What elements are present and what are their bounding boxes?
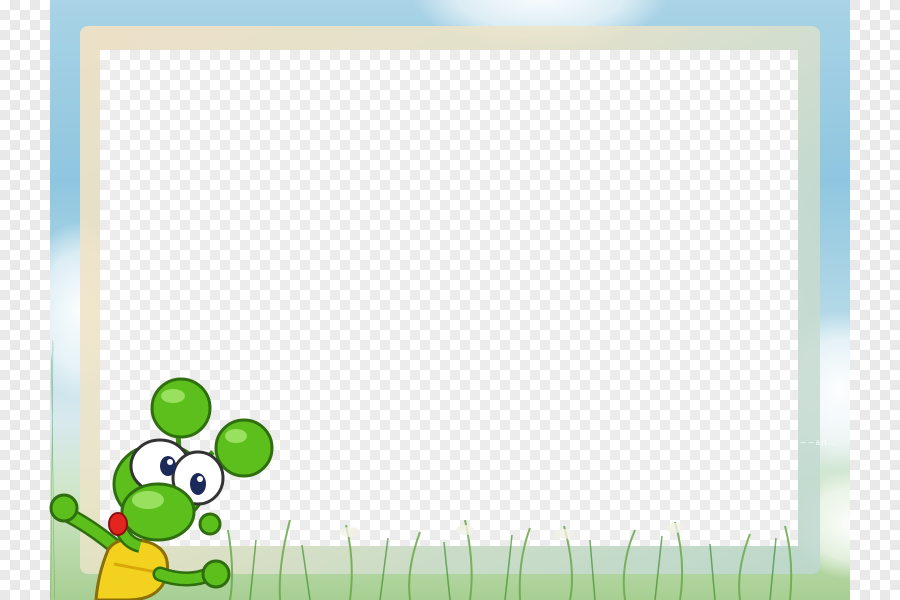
corner-decoration-text: ~~all... bbox=[800, 438, 839, 447]
cartoon-green-alien-icon bbox=[49, 377, 274, 600]
